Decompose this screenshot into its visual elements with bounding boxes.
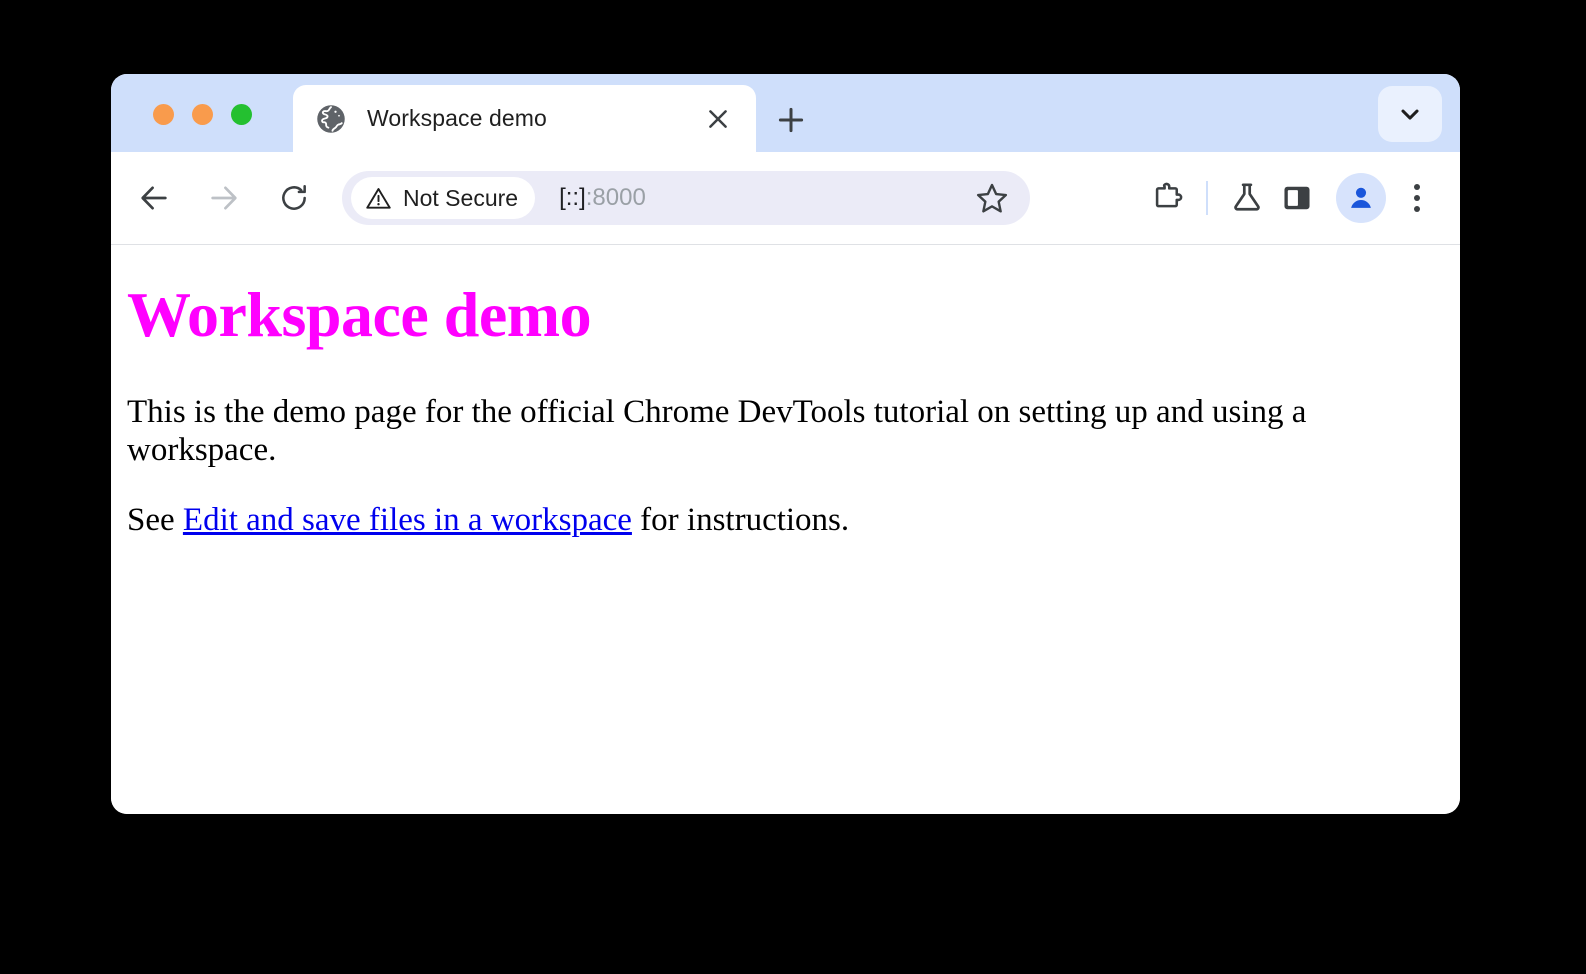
tab-title: Workspace demo: [367, 105, 547, 132]
instructions-prefix: See: [127, 502, 183, 538]
labs-button[interactable]: [1222, 173, 1272, 223]
window-minimize-button[interactable]: [192, 104, 213, 125]
page-title: Workspace demo: [127, 279, 1444, 351]
workspace-tutorial-link[interactable]: Edit and save files in a workspace: [183, 502, 632, 538]
arrow-left-icon: [137, 181, 171, 215]
reload-icon: [278, 182, 310, 214]
globe-icon: [316, 104, 346, 134]
instructions-paragraph: See Edit and save files in a workspace f…: [127, 501, 1444, 539]
reload-button[interactable]: [272, 176, 316, 220]
url-host: [::]: [559, 184, 586, 211]
window-zoom-button[interactable]: [231, 104, 252, 125]
three-dot-menu-icon: [1414, 195, 1420, 201]
browser-window: Workspace demo: [111, 74, 1460, 814]
browser-toolbar: Not Secure [::]:8000: [111, 152, 1460, 245]
browser-menu-button[interactable]: [1394, 173, 1440, 223]
puzzle-piece-icon: [1149, 180, 1185, 216]
tab-workspace-demo[interactable]: Workspace demo: [293, 85, 756, 152]
page-viewport: Workspace demo This is the demo page for…: [111, 245, 1460, 814]
three-dot-menu-icon: [1414, 206, 1420, 212]
extensions-button[interactable]: [1142, 173, 1192, 223]
window-close-button[interactable]: [153, 104, 174, 125]
three-dot-menu-icon: [1414, 184, 1420, 190]
star-icon: [975, 181, 1009, 215]
avatar-icon: [1345, 182, 1377, 214]
forward-button[interactable]: [202, 176, 246, 220]
back-button[interactable]: [132, 176, 176, 220]
avatar[interactable]: [1336, 173, 1386, 223]
instructions-suffix: for instructions.: [632, 502, 849, 538]
arrow-right-icon: [207, 181, 241, 215]
tab-list-button[interactable]: [1378, 86, 1442, 142]
bookmark-button[interactable]: [974, 180, 1010, 216]
side-panel-button[interactable]: [1272, 173, 1322, 223]
intro-paragraph: This is the demo page for the official C…: [127, 393, 1444, 470]
security-status-chip[interactable]: Not Secure: [351, 177, 535, 219]
warning-triangle-icon: [365, 185, 392, 212]
flask-icon: [1229, 180, 1265, 216]
url-port: :8000: [586, 184, 646, 211]
close-icon[interactable]: [702, 103, 734, 135]
security-status-label: Not Secure: [403, 185, 518, 212]
new-tab-button[interactable]: [771, 100, 811, 140]
toolbar-divider: [1206, 181, 1208, 215]
address-bar[interactable]: Not Secure [::]:8000: [342, 171, 1030, 225]
side-panel-icon: [1281, 182, 1313, 214]
url-text[interactable]: [::]:8000: [559, 184, 974, 212]
window-traffic-lights: [153, 104, 252, 125]
tab-strip: Workspace demo: [111, 74, 1460, 152]
chevron-down-icon: [1396, 100, 1424, 128]
toolbar-actions: [1142, 173, 1440, 223]
plus-icon: [774, 103, 808, 137]
